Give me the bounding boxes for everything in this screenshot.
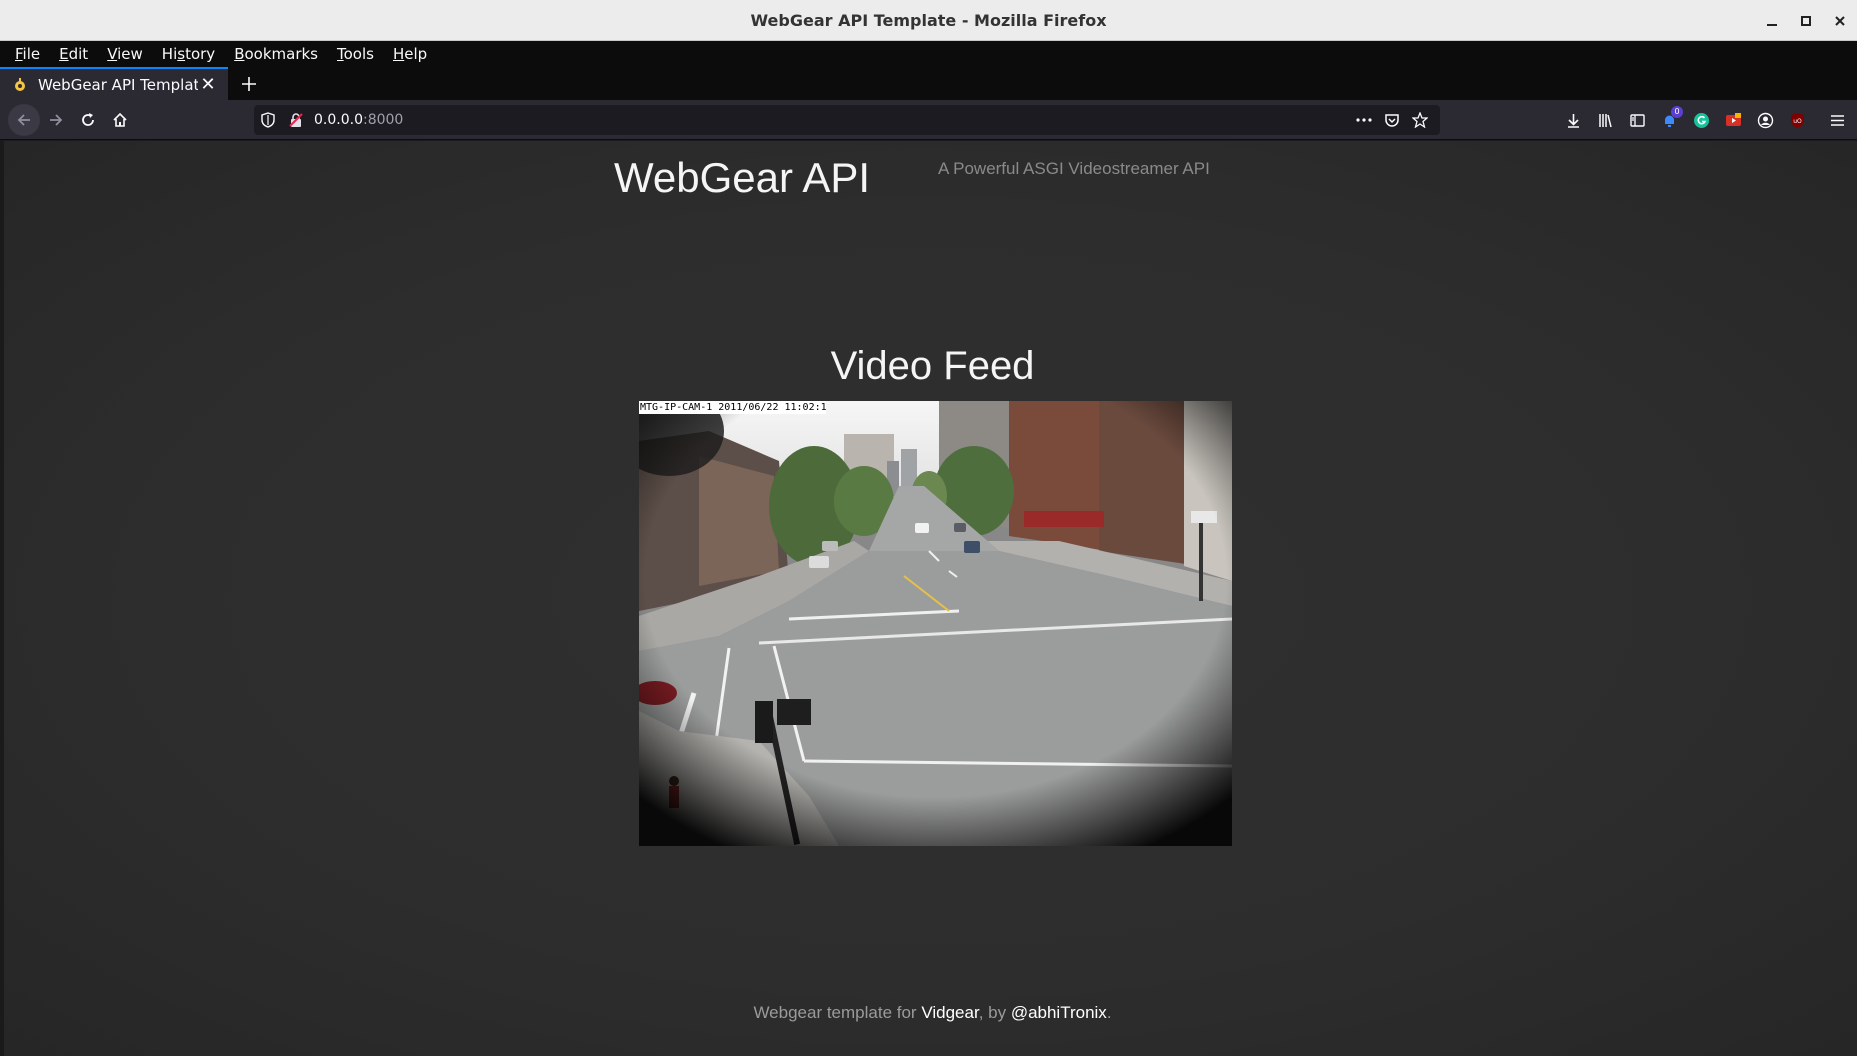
star-icon <box>1412 112 1428 128</box>
arrow-right-icon <box>50 113 63 126</box>
url-host: 0.0.0.0 <box>314 112 363 128</box>
close-window-button[interactable] <box>1823 4 1857 38</box>
url-text[interactable]: 0.0.0.0:8000 <box>314 112 1350 128</box>
menu-label: iew <box>117 45 143 63</box>
menu-mnemonic: B <box>234 45 245 63</box>
forward-button[interactable] <box>40 104 72 136</box>
svg-text:uO: uO <box>1793 118 1802 125</box>
home-button[interactable] <box>104 104 136 136</box>
account-button[interactable] <box>1749 104 1781 136</box>
minimize-button[interactable] <box>1755 4 1789 38</box>
arrow-left-icon <box>17 113 30 126</box>
home-icon <box>113 112 127 127</box>
gear-favicon-icon <box>15 77 25 91</box>
window-title: WebGear API Template - Mozilla Firefox <box>750 10 1107 30</box>
tab-webgear[interactable]: WebGear API Template ✕ <box>0 67 228 100</box>
street-camera-image <box>639 401 1232 846</box>
video-extension-icon <box>1725 112 1741 126</box>
menu-label: ools <box>343 45 374 63</box>
library-icon <box>1598 113 1612 127</box>
reload-button[interactable] <box>72 104 104 136</box>
menu-label: elp <box>404 45 428 63</box>
page-actions-button[interactable] <box>1350 106 1378 134</box>
sidebar-icon <box>1629 113 1645 127</box>
menu-tools[interactable]: Tools <box>328 45 384 63</box>
account-icon <box>1757 112 1773 128</box>
maximize-icon <box>1801 15 1811 26</box>
menu-label: tory <box>185 45 216 63</box>
footer-text: , by <box>978 1003 1011 1022</box>
insecure-connection-button[interactable] <box>282 105 310 135</box>
footer-text: Webgear template for <box>753 1003 922 1022</box>
pocket-icon <box>1385 114 1399 127</box>
more-dots-icon <box>1356 118 1372 122</box>
menu-file[interactable]: File <box>6 45 50 63</box>
downloads-button[interactable] <box>1557 104 1589 136</box>
window-titlebar: WebGear API Template - Mozilla Firefox <box>0 0 1857 41</box>
menu-label: ookmarks <box>244 45 318 63</box>
navigation-toolbar: 0.0.0.0:8000 0 uO <box>0 100 1857 140</box>
url-port: :8000 <box>362 112 404 128</box>
toolbar-right: 0 uO <box>1557 104 1857 136</box>
url-actions <box>1350 106 1440 134</box>
menu-mnemonic: E <box>59 45 69 63</box>
menu-mnemonic: s <box>177 45 186 63</box>
extension-notifications-button[interactable]: 0 <box>1653 104 1685 136</box>
menu-bar: File Edit View History Bookmarks Tools H… <box>0 41 1857 67</box>
menu-label: ile <box>22 45 41 63</box>
menu-view[interactable]: View <box>98 45 153 63</box>
page-footer: Webgear template for Vidgear, by @abhiTr… <box>4 1003 1857 1023</box>
site-tagline: A Powerful ASGI Videostreamer API <box>938 159 1210 178</box>
shield-icon <box>261 112 275 128</box>
library-button[interactable] <box>1589 104 1621 136</box>
menu-bookmarks[interactable]: Bookmarks <box>225 45 328 63</box>
ublock-shield-icon: uO <box>1790 112 1804 128</box>
menu-help[interactable]: Help <box>384 45 437 63</box>
vidgear-link[interactable]: Vidgear <box>921 1003 978 1022</box>
back-button[interactable] <box>8 103 40 136</box>
camera-timestamp-overlay: MTG-IP-CAM-1 2011/06/22 11:02:10 <box>639 401 826 414</box>
reload-icon <box>82 112 94 126</box>
notification-badge: 0 <box>1671 106 1683 118</box>
video-feed-stream: MTG-IP-CAM-1 2011/06/22 11:02:10 <box>639 401 1232 846</box>
menu-mnemonic: F <box>15 45 23 63</box>
window-controls <box>1755 0 1857 41</box>
grammarly-icon <box>1693 112 1709 128</box>
menu-mnemonic: H <box>392 45 405 63</box>
tab-strip: WebGear API Template ✕ <box>0 67 1857 100</box>
author-link[interactable]: @abhiTronix <box>1011 1003 1107 1022</box>
download-icon <box>1567 113 1579 128</box>
menu-mnemonic: V <box>107 45 118 63</box>
tracking-protection-button[interactable] <box>254 105 282 135</box>
video-feed-heading: Video Feed <box>830 344 1035 388</box>
video-extension-button[interactable] <box>1717 104 1749 136</box>
grammarly-button[interactable] <box>1685 104 1717 136</box>
sidebar-button[interactable] <box>1621 104 1653 136</box>
site-title: WebGear API <box>614 154 871 201</box>
menu-edit[interactable]: Edit <box>50 45 98 63</box>
plus-icon <box>242 76 256 91</box>
close-icon <box>1835 15 1845 26</box>
minimize-icon <box>1767 23 1777 26</box>
footer-text: . <box>1106 1003 1112 1022</box>
url-bar[interactable]: 0.0.0.0:8000 <box>254 105 1440 135</box>
page-content: WebGear API A Powerful ASGI Videostreame… <box>0 141 1857 1056</box>
menu-history[interactable]: History <box>153 45 225 63</box>
menu-mnemonic: T <box>337 45 344 63</box>
menu-label: Hi <box>161 45 178 63</box>
new-tab-button[interactable] <box>232 67 266 100</box>
maximize-button[interactable] <box>1789 4 1823 38</box>
menu-label: dit <box>68 45 89 63</box>
insecure-lock-icon <box>289 113 303 127</box>
close-tab-icon[interactable]: ✕ <box>198 74 218 95</box>
hamburger-menu-icon <box>1830 114 1844 126</box>
tab-title: WebGear API Template <box>38 75 198 94</box>
bookmark-star-button[interactable] <box>1406 106 1434 134</box>
pocket-button[interactable] <box>1378 106 1406 134</box>
app-menu-button[interactable] <box>1821 104 1853 136</box>
ublock-button[interactable]: uO <box>1781 104 1813 136</box>
